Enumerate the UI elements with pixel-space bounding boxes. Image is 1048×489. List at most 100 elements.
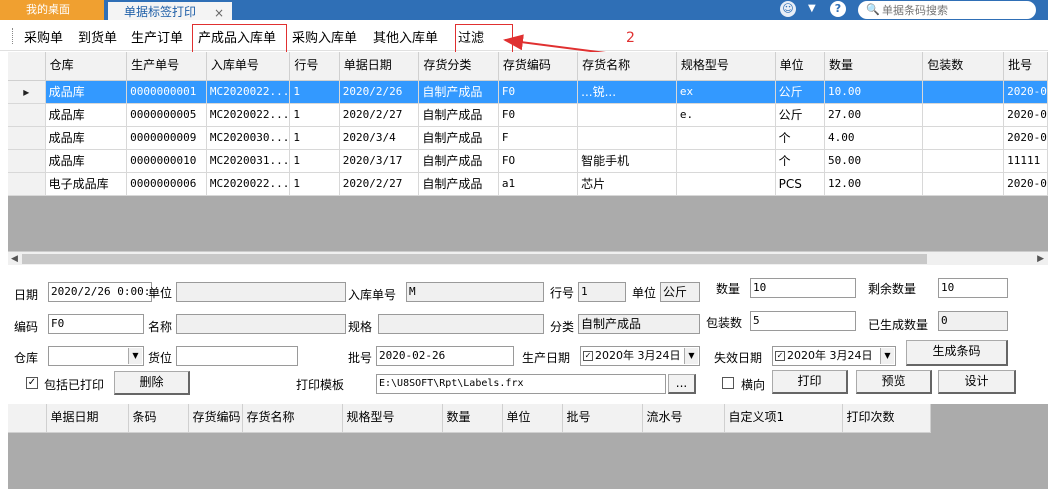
chevron-down-icon[interactable]: ▼ bbox=[808, 3, 816, 14]
table-row[interactable]: 成品库 0000000009 MC2020030... 1 2020/3/4 自… bbox=[8, 126, 1048, 150]
cell-category: 自制产成品 bbox=[418, 149, 499, 173]
column-header[interactable]: 包装数 bbox=[922, 52, 1005, 81]
delete-button[interactable]: 删除 bbox=[114, 371, 190, 395]
preview-button[interactable]: 预览 bbox=[856, 370, 932, 394]
column-header[interactable]: 数量 bbox=[442, 404, 503, 433]
toolbar-grip bbox=[12, 28, 14, 44]
remaining-qty-field[interactable]: 10 bbox=[938, 278, 1008, 298]
include-printed-checkbox[interactable]: ✓ bbox=[26, 377, 38, 389]
column-header[interactable]: 生产单号 bbox=[126, 52, 207, 81]
location-field[interactable] bbox=[176, 346, 298, 366]
tab-home[interactable]: 我的桌面 bbox=[0, 0, 104, 20]
cell-qty: 50.00 bbox=[824, 149, 924, 173]
column-header[interactable]: 流水号 bbox=[642, 404, 725, 433]
column-header[interactable]: 单据日期 bbox=[339, 52, 420, 81]
column-header[interactable]: 批号 bbox=[1003, 52, 1048, 81]
search-box[interactable]: 🔍 bbox=[858, 1, 1036, 19]
column-header[interactable]: 存货编码 bbox=[498, 52, 579, 81]
generated-qty-field[interactable]: 0 bbox=[938, 311, 1008, 331]
production-date-checkbox[interactable]: ✓ bbox=[583, 351, 593, 361]
column-header[interactable]: 单位 bbox=[775, 52, 826, 81]
purchase-order-button[interactable]: 采购单 bbox=[24, 27, 63, 46]
search-input[interactable] bbox=[882, 3, 1032, 17]
spec-field[interactable] bbox=[378, 314, 544, 334]
cell-batch: 2020-0 bbox=[1003, 126, 1048, 150]
chevron-down-icon[interactable]: ▼ bbox=[684, 348, 698, 364]
cell-category: 自制产成品 bbox=[418, 103, 499, 127]
toolbar: 采购单 到货单 生产订单 产成品入库单 采购入库单 其他入库单 过滤 bbox=[0, 21, 1048, 51]
browse-button[interactable]: ... bbox=[668, 374, 696, 394]
chevron-down-icon[interactable]: ▼ bbox=[128, 348, 142, 364]
horizontal-scrollbar[interactable]: ◀ ▶ bbox=[8, 251, 1048, 265]
cell-unit: 个 bbox=[775, 149, 826, 173]
production-date-picker[interactable]: ✓ 2020年 3月24日 ▼ bbox=[580, 346, 700, 366]
cell-pack bbox=[922, 149, 1005, 173]
table-row[interactable]: 电子成品库 0000000006 MC2020022... 1 2020/2/2… bbox=[8, 172, 1048, 196]
arrival-button[interactable]: 到货单 bbox=[78, 27, 117, 46]
unit2-field[interactable]: 公斤 bbox=[660, 282, 700, 302]
warehouse-select[interactable]: ▼ bbox=[48, 346, 144, 366]
batch-field[interactable]: 2020-02-26 bbox=[376, 346, 514, 366]
annotation-number-2: 2 bbox=[626, 30, 635, 46]
inbound-grid: 仓库 生产单号 入库单号 行号 单据日期 存货分类 存货编码 存货名称 规格型号… bbox=[8, 52, 1048, 252]
expiry-date-picker[interactable]: ✓ 2020年 3月24日 ▼ bbox=[772, 346, 896, 366]
cell-prod-no: 0000000001 bbox=[126, 80, 207, 104]
table-row[interactable]: 成品库 0000000005 MC2020022... 1 2020/2/27 … bbox=[8, 103, 1048, 127]
column-header[interactable]: 单位 bbox=[502, 404, 563, 433]
print-template-field[interactable]: E:\U8SOFT\Rpt\Labels.frx bbox=[376, 374, 666, 394]
barcode-grid: 单据日期 条码 存货编码 存货名称 规格型号 数量 单位 批号 流水号 自定义项… bbox=[8, 404, 1048, 489]
help-icon[interactable]: ? bbox=[830, 1, 846, 17]
code-field[interactable]: F0 bbox=[48, 314, 144, 334]
column-header[interactable]: 行号 bbox=[289, 52, 340, 81]
row-marker bbox=[8, 103, 46, 127]
scroll-left-icon[interactable]: ◀ bbox=[11, 252, 18, 266]
user-icon[interactable]: ☺ bbox=[780, 1, 796, 17]
annotation-box-2 bbox=[455, 24, 513, 54]
column-header[interactable]: 存货编码 bbox=[188, 404, 243, 433]
column-header[interactable]: 自定义项1 bbox=[724, 404, 843, 433]
design-button[interactable]: 设计 bbox=[938, 370, 1016, 394]
table-row[interactable]: ▸ 成品库 0000000001 MC2020022... 1 2020/2/2… bbox=[8, 80, 1048, 104]
category-label: 分类 bbox=[550, 320, 575, 334]
column-header[interactable]: 规格型号 bbox=[676, 52, 776, 81]
print-button[interactable]: 打印 bbox=[772, 370, 848, 394]
annotation-box-1 bbox=[192, 24, 287, 54]
line-field[interactable]: 1 bbox=[578, 282, 626, 302]
column-header[interactable]: 存货名称 bbox=[242, 404, 343, 433]
column-header[interactable]: 数量 bbox=[824, 52, 924, 81]
scrollbar-thumb[interactable] bbox=[22, 254, 927, 264]
close-icon[interactable]: × bbox=[214, 3, 224, 23]
unit-field[interactable] bbox=[176, 282, 346, 302]
qty-field[interactable]: 10 bbox=[750, 278, 856, 298]
cell-line: 1 bbox=[289, 126, 340, 150]
tab-label-print[interactable]: 单据标签打印 × bbox=[108, 0, 232, 20]
generate-barcode-button[interactable]: 生成条码 bbox=[906, 340, 1008, 366]
column-header[interactable]: 单据日期 bbox=[46, 404, 129, 433]
pack-field[interactable]: 5 bbox=[750, 311, 856, 331]
column-header[interactable]: 存货分类 bbox=[418, 52, 499, 81]
unit2-label: 单位 bbox=[632, 286, 657, 300]
scroll-right-icon[interactable]: ▶ bbox=[1037, 252, 1044, 266]
category-field[interactable]: 自制产成品 bbox=[578, 314, 700, 334]
cell-name: 智能手机 bbox=[577, 149, 677, 173]
column-header[interactable]: 条码 bbox=[128, 404, 189, 433]
date-field[interactable]: 2020/2/26 0:00: bbox=[48, 282, 152, 302]
inbound-no-field[interactable]: M bbox=[406, 282, 544, 302]
column-header[interactable]: 打印次数 bbox=[842, 404, 931, 433]
name-field[interactable] bbox=[176, 314, 346, 334]
column-header[interactable]: 批号 bbox=[562, 404, 643, 433]
other-inbound-button[interactable]: 其他入库单 bbox=[373, 27, 438, 46]
production-order-button[interactable]: 生产订单 bbox=[131, 27, 183, 46]
expiry-date-checkbox[interactable]: ✓ bbox=[775, 351, 785, 361]
table-row[interactable]: 成品库 0000000010 MC2020031... 1 2020/3/17 … bbox=[8, 149, 1048, 173]
column-header[interactable]: 规格型号 bbox=[342, 404, 443, 433]
table-header-row: 仓库 生产单号 入库单号 行号 单据日期 存货分类 存货编码 存货名称 规格型号… bbox=[8, 52, 1048, 81]
expiry-date-value: 2020年 3月24日 bbox=[787, 349, 873, 362]
column-header[interactable]: 存货名称 bbox=[577, 52, 677, 81]
landscape-checkbox[interactable] bbox=[722, 377, 734, 389]
column-header[interactable]: 仓库 bbox=[45, 52, 128, 81]
column-header[interactable]: 入库单号 bbox=[206, 52, 291, 81]
chevron-down-icon[interactable]: ▼ bbox=[880, 348, 894, 364]
cell-prod-no: 0000000005 bbox=[126, 103, 207, 127]
purchase-inbound-button[interactable]: 采购入库单 bbox=[292, 27, 357, 46]
